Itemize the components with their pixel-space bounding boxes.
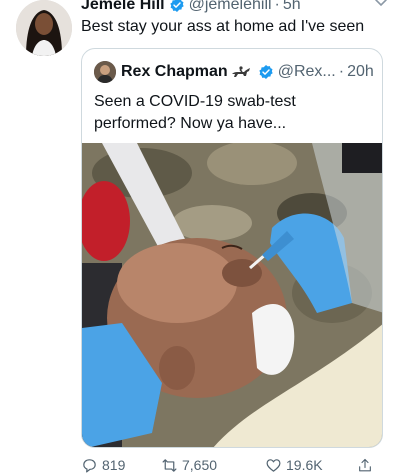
- reply-icon: [83, 458, 96, 472]
- retweet-icon: [162, 458, 177, 472]
- tweet-actions: 819 7,650 19.6K: [81, 455, 381, 475]
- like-button[interactable]: 19.6K: [265, 457, 349, 474]
- retweet-count: 7,650: [182, 457, 218, 473]
- author-name[interactable]: Jemele Hill: [81, 0, 165, 14]
- quoted-author-handle: @Rex...: [277, 63, 336, 80]
- tweet-timestamp[interactable]: 5h: [283, 0, 301, 14]
- author-avatar-image: [16, 0, 72, 56]
- share-button[interactable]: [357, 457, 377, 474]
- quoted-tweet-text: Seen a COVID-19 swab-test performed? Now…: [94, 93, 296, 132]
- tweet-header: Jemele Hill @jemelehill · 5h: [81, 0, 392, 14]
- author-avatar[interactable]: [16, 0, 72, 56]
- quoted-tweet-media[interactable]: [82, 143, 382, 447]
- swab-test-photo: [82, 143, 382, 447]
- author-handle[interactable]: @jemelehill: [189, 0, 272, 14]
- quoted-verified-badge-icon: [259, 65, 273, 79]
- like-count: 19.6K: [286, 457, 323, 473]
- quoted-author-avatar: [94, 61, 116, 83]
- retweet-button[interactable]: 7,650: [161, 457, 257, 474]
- share-icon: [359, 458, 371, 471]
- quoted-tweet-header: Rex Chapman @Rex... · 20h: [94, 61, 374, 83]
- verified-badge-icon: [169, 0, 184, 12]
- quoted-header-separator: ·: [338, 63, 345, 80]
- quoted-author-name: Rex Chapman: [121, 63, 228, 80]
- reply-count: 819: [102, 457, 126, 473]
- quoted-tweet-timestamp: 20h: [347, 63, 374, 80]
- heart-icon: [266, 458, 281, 472]
- horse-rider-icon: [231, 66, 250, 77]
- reply-button[interactable]: 819: [81, 457, 149, 474]
- quoted-tweet-card[interactable]: Rex Chapman @Rex... · 20h Seen a COVID-1…: [81, 48, 383, 448]
- tweet-text: Best stay your ass at home ad I've seen: [81, 18, 365, 35]
- header-separator: ·: [274, 0, 280, 13]
- chevron-down-icon[interactable]: [374, 0, 388, 8]
